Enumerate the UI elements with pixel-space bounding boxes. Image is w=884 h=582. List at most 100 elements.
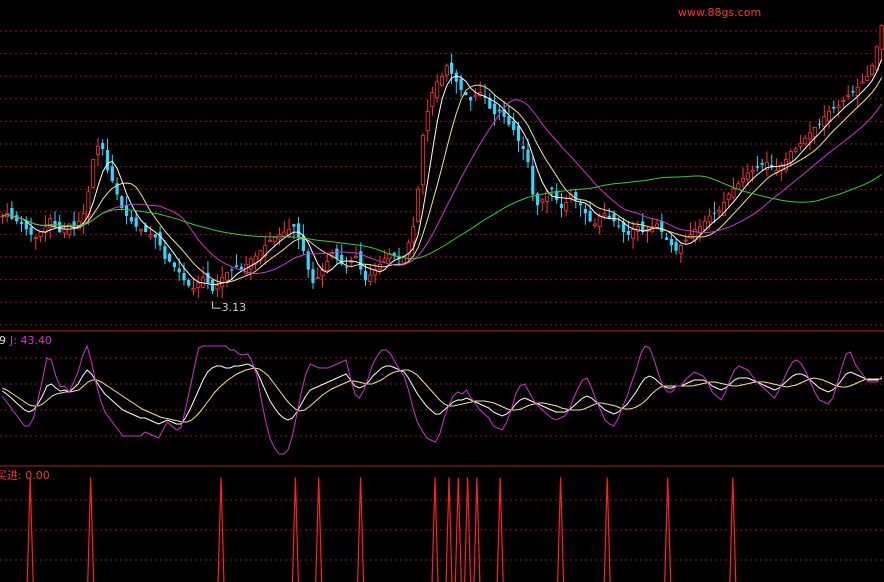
candle-body bbox=[493, 103, 497, 114]
candle-body bbox=[827, 110, 832, 122]
candle-body bbox=[516, 125, 521, 141]
candle-body bbox=[325, 261, 330, 272]
candle-body bbox=[158, 232, 162, 246]
candle-body bbox=[507, 116, 511, 125]
candle-body bbox=[292, 224, 296, 227]
candle-body bbox=[62, 228, 67, 234]
candle-body bbox=[564, 202, 569, 212]
candle-body bbox=[497, 109, 501, 112]
candle-body bbox=[33, 236, 38, 239]
candle-body bbox=[755, 166, 759, 168]
candle-body bbox=[817, 123, 822, 125]
candle-body bbox=[311, 269, 315, 283]
candle-body bbox=[803, 137, 808, 145]
candle-body bbox=[168, 254, 172, 262]
candle-body bbox=[874, 46, 879, 71]
kdj-label-prefix: 9 bbox=[0, 334, 6, 347]
candle-body bbox=[382, 258, 387, 263]
candle-body bbox=[349, 261, 354, 264]
candle-body bbox=[454, 72, 458, 82]
candle-body bbox=[846, 94, 851, 97]
candle-body bbox=[807, 132, 812, 140]
candle-body bbox=[635, 226, 640, 232]
candle-body bbox=[592, 223, 597, 226]
candle-body bbox=[531, 165, 535, 195]
candle-body bbox=[760, 163, 764, 165]
candle-body bbox=[521, 146, 525, 149]
candle-body bbox=[425, 110, 430, 132]
candle-body bbox=[215, 285, 220, 290]
buy-signal-label: 买进: 0.00 bbox=[0, 469, 50, 482]
candle-body bbox=[678, 245, 683, 254]
candle-body bbox=[163, 246, 167, 259]
candle-body bbox=[702, 220, 707, 231]
candle-body bbox=[297, 223, 301, 238]
candle-body bbox=[745, 172, 750, 180]
candle-body bbox=[583, 209, 587, 214]
candle-body bbox=[870, 65, 875, 76]
candle-body bbox=[851, 91, 855, 93]
candle-body bbox=[282, 231, 287, 237]
chart-canvas: www.88gs.com 3.13 9 J: 43.40 买进: 0.00 bbox=[0, 6, 884, 582]
candle-body bbox=[411, 226, 416, 243]
candle-body bbox=[211, 280, 215, 292]
candle-body bbox=[420, 135, 425, 186]
candle-body bbox=[860, 81, 865, 84]
candle-body bbox=[196, 282, 201, 288]
candle-body bbox=[526, 149, 530, 163]
candle-body bbox=[793, 148, 798, 152]
candle-body bbox=[19, 222, 24, 225]
candle-body bbox=[736, 183, 741, 190]
candle-body bbox=[540, 199, 545, 203]
candle-body bbox=[788, 151, 793, 163]
candle-body bbox=[182, 273, 186, 281]
candle-body bbox=[353, 255, 358, 258]
candle-body bbox=[550, 187, 554, 190]
candle-body bbox=[172, 262, 176, 267]
candle-body bbox=[865, 76, 870, 81]
candle-body bbox=[101, 143, 105, 149]
candle-body bbox=[626, 231, 630, 235]
candle-body bbox=[798, 143, 803, 147]
candle-body bbox=[148, 234, 153, 238]
candle-body bbox=[129, 217, 133, 222]
candle-body bbox=[125, 204, 129, 216]
grid-lines bbox=[0, 30, 884, 561]
kdj-panel[interactable] bbox=[1, 344, 883, 455]
candle-body bbox=[717, 210, 722, 213]
candle-body bbox=[588, 211, 592, 222]
candle-body bbox=[836, 105, 841, 109]
candle-body bbox=[617, 225, 621, 227]
candle-body bbox=[612, 213, 616, 222]
candle-body bbox=[731, 188, 736, 198]
candle-body bbox=[134, 217, 138, 227]
kdj-j-value: J: 43.40 bbox=[9, 334, 52, 347]
candle-body bbox=[726, 194, 731, 201]
candle-body bbox=[110, 166, 114, 182]
stock-chart-window: www.88gs.com 3.13 9 J: 43.40 买进: 0.00 bbox=[0, 0, 884, 582]
low-price-annotation: 3.13 bbox=[222, 301, 247, 314]
candle-body bbox=[473, 94, 478, 98]
candle-body bbox=[841, 100, 846, 102]
candle-body bbox=[335, 248, 339, 259]
candle-body bbox=[602, 212, 607, 217]
candle-body bbox=[267, 239, 272, 242]
candle-body bbox=[368, 274, 373, 282]
candle-body bbox=[660, 220, 664, 233]
candle-body bbox=[597, 215, 602, 228]
candle-body bbox=[430, 92, 435, 107]
candle-body bbox=[91, 159, 96, 188]
ma-line-10 bbox=[2, 77, 883, 283]
candle-body bbox=[344, 266, 348, 268]
candle-body bbox=[459, 78, 463, 90]
ma-line-5 bbox=[2, 59, 883, 286]
candle-body bbox=[683, 239, 688, 242]
candle-body bbox=[512, 121, 516, 131]
candle-body bbox=[230, 269, 234, 271]
candle-body bbox=[469, 97, 473, 101]
candle-body bbox=[631, 228, 636, 239]
candle-body bbox=[234, 265, 239, 267]
candle-body bbox=[559, 203, 564, 208]
candle-body bbox=[177, 268, 181, 273]
candle-body bbox=[15, 215, 19, 222]
